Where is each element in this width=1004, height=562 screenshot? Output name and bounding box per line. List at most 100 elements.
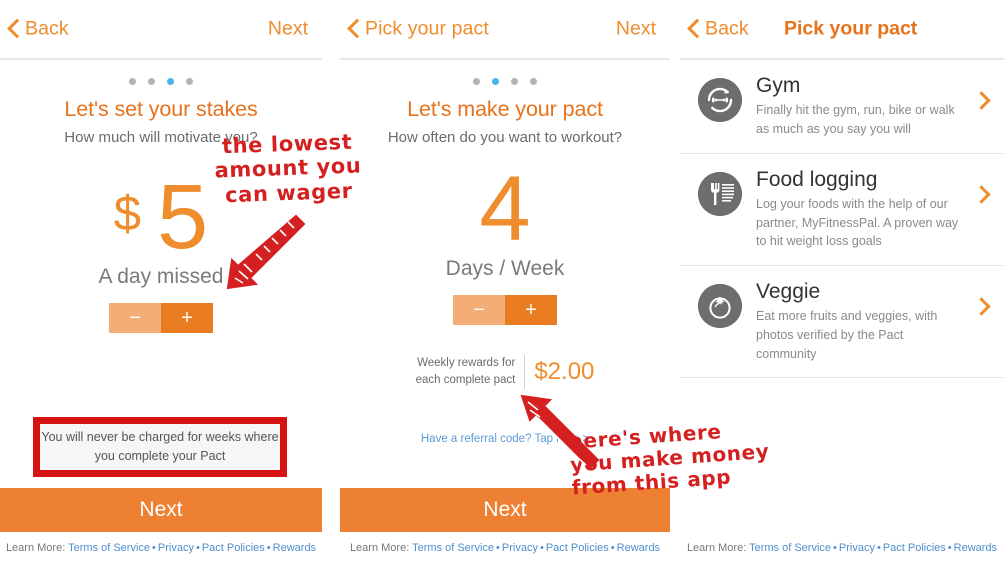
next-button-panel2[interactable]: Next [340, 488, 670, 532]
navbar-panel2: Pick your pact Next [340, 0, 670, 60]
link-pact-policies[interactable]: Pact Policies [202, 542, 265, 554]
navbar-panel3: Back Pick your pact [680, 0, 1004, 60]
page-dot[interactable] [129, 78, 136, 85]
link-terms-of-service[interactable]: Terms of Service [68, 542, 150, 554]
next-button-panel1[interactable]: Next [0, 488, 322, 532]
page-dot-active[interactable] [167, 78, 174, 85]
screenshot-root: Back Next Let's set your stakes How much… [0, 0, 1004, 562]
page-title-panel2: Let's make your pact [407, 97, 603, 121]
page-title-panel1: Let's set your stakes [64, 97, 258, 121]
link-privacy[interactable]: Privacy [839, 542, 875, 554]
list-item-title: Gym [756, 74, 801, 97]
footer-separator: • [266, 542, 271, 554]
footer-panel3: Learn More: Terms of Service • Privacy • Pac… [680, 542, 1004, 554]
list-item-desc: Finally hit the gym, run, bike or walk a… [756, 103, 955, 136]
list-item-title: Veggie [756, 280, 821, 304]
currency-symbol: $ [113, 187, 142, 241]
decrement-button[interactable]: − [109, 303, 161, 334]
chevron-left-icon [348, 20, 359, 39]
weekly-rewards-amount: $2.00 [534, 358, 595, 386]
link-privacy[interactable]: Privacy [158, 542, 194, 554]
footer-lead: Learn More: [349, 542, 410, 554]
list-item-text: Gym Finally hit the gym, run, bike or wa… [756, 74, 964, 139]
chevron-right-icon[interactable] [972, 297, 991, 316]
chevron-right-icon[interactable] [972, 184, 991, 204]
footer-separator: • [496, 542, 500, 554]
back-button-panel1[interactable]: Back [8, 18, 69, 41]
link-rewards[interactable]: Rewards [954, 542, 997, 554]
dumbbell-icon [698, 78, 742, 122]
panel-make-pact: Pick your pact Next Let's make your pact… [340, 0, 670, 562]
arrow-down-left-icon [222, 212, 306, 297]
chevron-right-icon[interactable] [972, 91, 991, 110]
footer-separator: • [195, 542, 200, 554]
back-label: Pick your pact [365, 17, 489, 40]
page-dots-panel2 [340, 78, 670, 85]
days-per-week-value: 4 [479, 158, 531, 260]
charge-notice-callout: You will never be charged for weeks wher… [33, 417, 287, 477]
page-dots-panel1 [0, 78, 322, 85]
list-item-desc: Log your foods with the help of our part… [756, 196, 959, 249]
page-dot[interactable] [148, 78, 155, 85]
stake-amount: 5 [157, 166, 209, 268]
weekly-rewards-label: Weekly rewards for each complete pact [415, 355, 526, 389]
list-item-text: Food logging Log your foods with the hel… [756, 168, 964, 251]
footer-separator: • [152, 542, 156, 554]
increment-button[interactable]: + [505, 295, 557, 326]
footer-lead: Learn More: [5, 542, 66, 554]
weekly-rewards-label-line1: Weekly rewards for [417, 357, 516, 370]
footer-panel2: Learn More: Terms of Service • Privacy • Pac… [340, 542, 670, 554]
weekly-rewards-row: Weekly rewards for each complete pact $2… [340, 355, 670, 389]
link-rewards[interactable]: Rewards [273, 542, 316, 554]
arrow-up-left-icon [516, 392, 600, 477]
back-label: Back [25, 17, 69, 40]
list-item-gym[interactable]: Gym Finally hit the gym, run, bike or wa… [680, 60, 1004, 154]
decrement-button[interactable]: − [453, 295, 505, 326]
page-dot[interactable] [511, 78, 518, 85]
page-dot[interactable] [186, 78, 193, 85]
referral-code-link[interactable]: Have a referral code? Tap here > [340, 433, 670, 445]
footer-separator: • [610, 542, 615, 554]
page-title-panel3: Pick your pact [784, 17, 918, 40]
panel-pick-pact-list: Back Pick your pact Gym Finally hit the … [680, 0, 1004, 562]
list-item-veggie[interactable]: Veggie Eat more fruits and veggies, with… [680, 266, 1004, 379]
back-label: Back [705, 17, 749, 40]
page-dot[interactable] [530, 78, 537, 85]
list-item-food-logging[interactable]: Food logging Log your foods with the hel… [680, 154, 1004, 267]
weekly-rewards-label-line2: each complete pact [415, 374, 516, 387]
footer-separator: • [539, 542, 544, 554]
tomato-icon [698, 284, 742, 329]
link-terms-of-service[interactable]: Terms of Service [412, 542, 494, 554]
footer-panel1: Learn More: Terms of Service • Privacy • Pac… [0, 542, 322, 554]
days-stepper[interactable]: − + [453, 295, 557, 326]
navbar-panel1: Back Next [0, 0, 322, 60]
page-dot[interactable] [473, 78, 480, 85]
charge-notice-text: You will never be charged for weeks wher… [41, 430, 279, 463]
link-pact-policies[interactable]: Pact Policies [546, 542, 609, 554]
back-button-panel3[interactable]: Back [688, 18, 749, 41]
chevron-left-icon [8, 20, 19, 39]
chevron-left-icon [688, 20, 699, 39]
page-subtitle-panel1: How much will motivate you? [64, 129, 258, 146]
page-subtitle-panel2: How often do you want to workout? [387, 129, 623, 146]
list-item-title: Food logging [756, 167, 878, 191]
fork-and-menu-icon [698, 171, 742, 216]
footer-separator: • [876, 542, 881, 554]
days-value-row: 4 [340, 158, 670, 260]
footer-separator: • [947, 542, 952, 554]
next-link-panel1[interactable]: Next [268, 18, 308, 41]
back-button-panel2[interactable]: Pick your pact [348, 18, 489, 41]
link-pact-policies[interactable]: Pact Policies [883, 542, 946, 554]
days-caption: Days / Week [445, 257, 565, 281]
stake-stepper[interactable]: − + [109, 303, 213, 334]
link-rewards[interactable]: Rewards [617, 542, 660, 554]
footer-separator: • [833, 542, 837, 554]
pact-options-list: Gym Finally hit the gym, run, bike or wa… [680, 60, 1004, 379]
list-item-text: Veggie Eat more fruits and veggies, with… [756, 280, 964, 363]
page-dot-active[interactable] [492, 78, 499, 85]
next-link-panel2[interactable]: Next [616, 18, 656, 41]
footer-lead: Learn More: [686, 542, 747, 554]
link-privacy[interactable]: Privacy [502, 542, 538, 554]
link-terms-of-service[interactable]: Terms of Service [749, 542, 831, 554]
increment-button[interactable]: + [161, 303, 213, 334]
